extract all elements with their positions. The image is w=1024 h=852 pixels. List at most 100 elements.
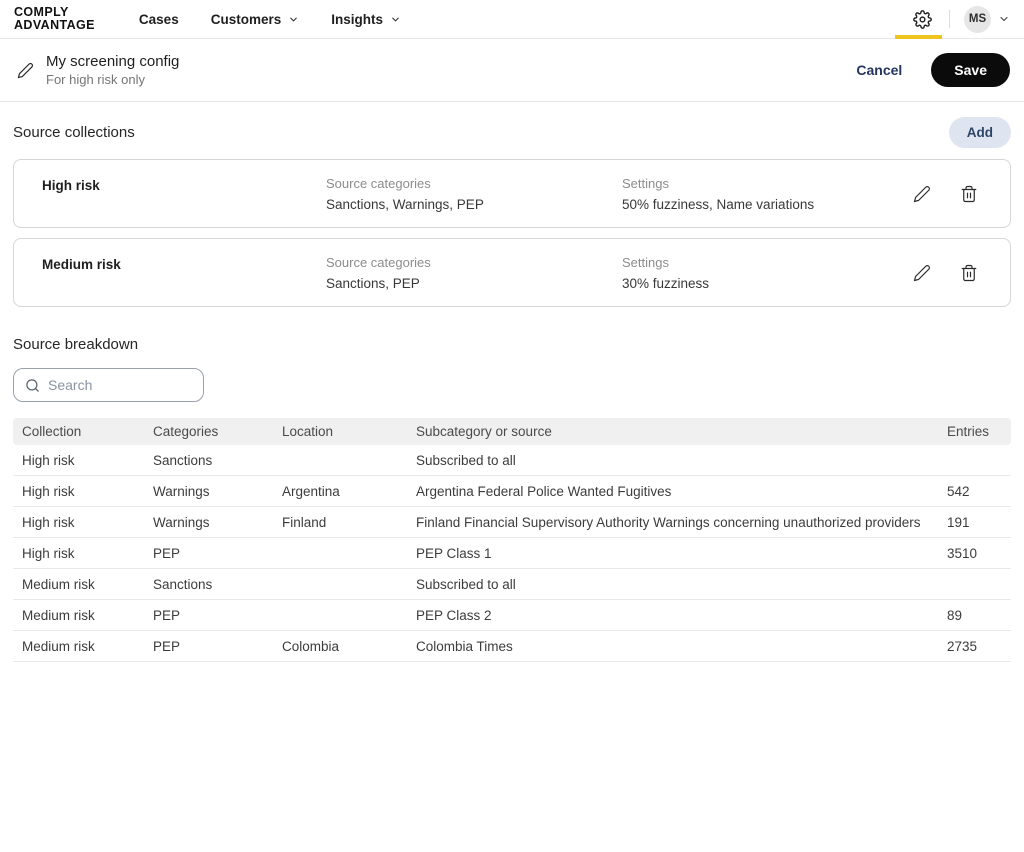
active-tab-indicator [895, 35, 942, 39]
cell-collection: High risk [13, 484, 144, 499]
brand-logo-line2: ADVANTAGE [14, 19, 95, 33]
card-actions [910, 182, 981, 206]
source-collections-header: Source collections Add [13, 116, 1011, 149]
table-row: Medium risk Sanctions Subscribed to all [13, 569, 1011, 600]
chevron-down-icon [998, 13, 1010, 25]
cell-location: Argentina [273, 484, 407, 499]
column-header-location: Location [273, 424, 407, 439]
trash-icon [960, 264, 978, 282]
brand-logo-line1: COMPLY [14, 6, 95, 20]
cell-categories: PEP [144, 608, 273, 623]
categories-value: Sanctions, PEP [326, 276, 622, 291]
table-body: High risk Sanctions Subscribed to all Hi… [13, 445, 1011, 662]
table-row: Medium risk PEP Colombia Colombia Times … [13, 631, 1011, 662]
chevron-down-icon [288, 14, 299, 25]
cell-entries: 542 [938, 484, 1011, 499]
cell-subcategory: Subscribed to all [407, 577, 938, 592]
settings-button[interactable] [910, 7, 935, 32]
cell-categories: Warnings [144, 515, 273, 530]
gear-icon [913, 10, 932, 29]
cell-collection: Medium risk [13, 577, 144, 592]
pencil-icon [913, 264, 931, 282]
nav-item-customers[interactable]: Customers [211, 12, 300, 27]
table-row: Medium risk PEP PEP Class 2 89 [13, 600, 1011, 631]
table-row: High risk Warnings Finland Finland Finan… [13, 507, 1011, 538]
table-row: High risk Sanctions Subscribed to all [13, 445, 1011, 476]
search-icon [25, 378, 40, 393]
add-collection-button[interactable]: Add [949, 117, 1011, 148]
cell-subcategory: Argentina Federal Police Wanted Fugitive… [407, 484, 938, 499]
nav-right-controls: MS [910, 6, 1010, 33]
user-menu[interactable]: MS [964, 6, 1010, 33]
collection-settings-field: Settings 50% fuzziness, Name variations [622, 176, 918, 212]
source-breakdown-table: Collection Categories Location Subcatego… [13, 418, 1011, 662]
cell-collection: Medium risk [13, 639, 144, 654]
cell-collection: High risk [13, 453, 144, 468]
cell-collection: Medium risk [13, 608, 144, 623]
page-subtitle: For high risk only [46, 72, 179, 87]
main-content: Source collections Add High risk Source … [0, 116, 1024, 662]
avatar: MS [964, 6, 991, 33]
categories-label: Source categories [326, 176, 622, 191]
collection-categories-field: Source categories Sanctions, Warnings, P… [326, 176, 622, 212]
nav-item-label: Cases [139, 12, 179, 27]
source-breakdown-heading: Source breakdown [13, 336, 1011, 353]
delete-collection-button[interactable] [957, 261, 981, 285]
cell-subcategory: Subscribed to all [407, 453, 938, 468]
cell-entries: 3510 [938, 546, 1011, 561]
card-actions [910, 261, 981, 285]
settings-label: Settings [622, 176, 918, 191]
cell-collection: High risk [13, 515, 144, 530]
nav-item-label: Insights [331, 12, 383, 27]
collection-name: High risk [42, 176, 326, 193]
column-header-collection: Collection [13, 424, 144, 439]
cell-subcategory: PEP Class 1 [407, 546, 938, 561]
collection-categories-field: Source categories Sanctions, PEP [326, 255, 622, 291]
cell-entries: 191 [938, 515, 1011, 530]
chevron-down-icon [390, 14, 401, 25]
pencil-icon [913, 185, 931, 203]
cell-location: Colombia [273, 639, 407, 654]
cell-categories: Sanctions [144, 453, 273, 468]
source-collections-heading: Source collections [13, 124, 135, 141]
collection-name: Medium risk [42, 255, 326, 272]
pencil-icon [17, 62, 34, 79]
cancel-button[interactable]: Cancel [856, 62, 902, 78]
edit-collection-button[interactable] [910, 182, 934, 206]
settings-value: 50% fuzziness, Name variations [622, 197, 918, 212]
cell-categories: Warnings [144, 484, 273, 499]
settings-label: Settings [622, 255, 918, 270]
edit-title-button[interactable] [14, 59, 37, 82]
edit-collection-button[interactable] [910, 261, 934, 285]
search-box [13, 368, 204, 402]
table-row: High risk Warnings Argentina Argentina F… [13, 476, 1011, 507]
cell-categories: PEP [144, 639, 273, 654]
cell-categories: PEP [144, 546, 273, 561]
collection-card-high-risk: High risk Source categories Sanctions, W… [13, 159, 1011, 228]
table-header-row: Collection Categories Location Subcatego… [13, 418, 1011, 445]
categories-value: Sanctions, Warnings, PEP [326, 197, 622, 212]
page-title: My screening config [46, 53, 179, 70]
nav-item-label: Customers [211, 12, 282, 27]
nav-item-cases[interactable]: Cases [139, 12, 179, 27]
column-header-entries: Entries [938, 424, 1011, 439]
trash-icon [960, 185, 978, 203]
nav-divider [949, 10, 950, 28]
delete-collection-button[interactable] [957, 182, 981, 206]
cell-entries: 2735 [938, 639, 1011, 654]
nav-item-insights[interactable]: Insights [331, 12, 401, 27]
brand-logo[interactable]: COMPLY ADVANTAGE [14, 6, 95, 33]
cell-entries: 89 [938, 608, 1011, 623]
top-navigation: COMPLY ADVANTAGE Cases Customers Insight… [0, 0, 1024, 39]
categories-label: Source categories [326, 255, 622, 270]
table-row: High risk PEP PEP Class 1 3510 [13, 538, 1011, 569]
title-block: My screening config For high risk only [46, 53, 179, 87]
primary-nav: Cases Customers Insights [139, 12, 401, 27]
page-header: My screening config For high risk only C… [0, 39, 1024, 102]
search-input[interactable] [48, 377, 192, 393]
cell-subcategory: PEP Class 2 [407, 608, 938, 623]
settings-value: 30% fuzziness [622, 276, 918, 291]
save-button[interactable]: Save [931, 53, 1010, 87]
column-header-categories: Categories [144, 424, 273, 439]
cell-subcategory: Finland Financial Supervisory Authority … [407, 515, 938, 530]
